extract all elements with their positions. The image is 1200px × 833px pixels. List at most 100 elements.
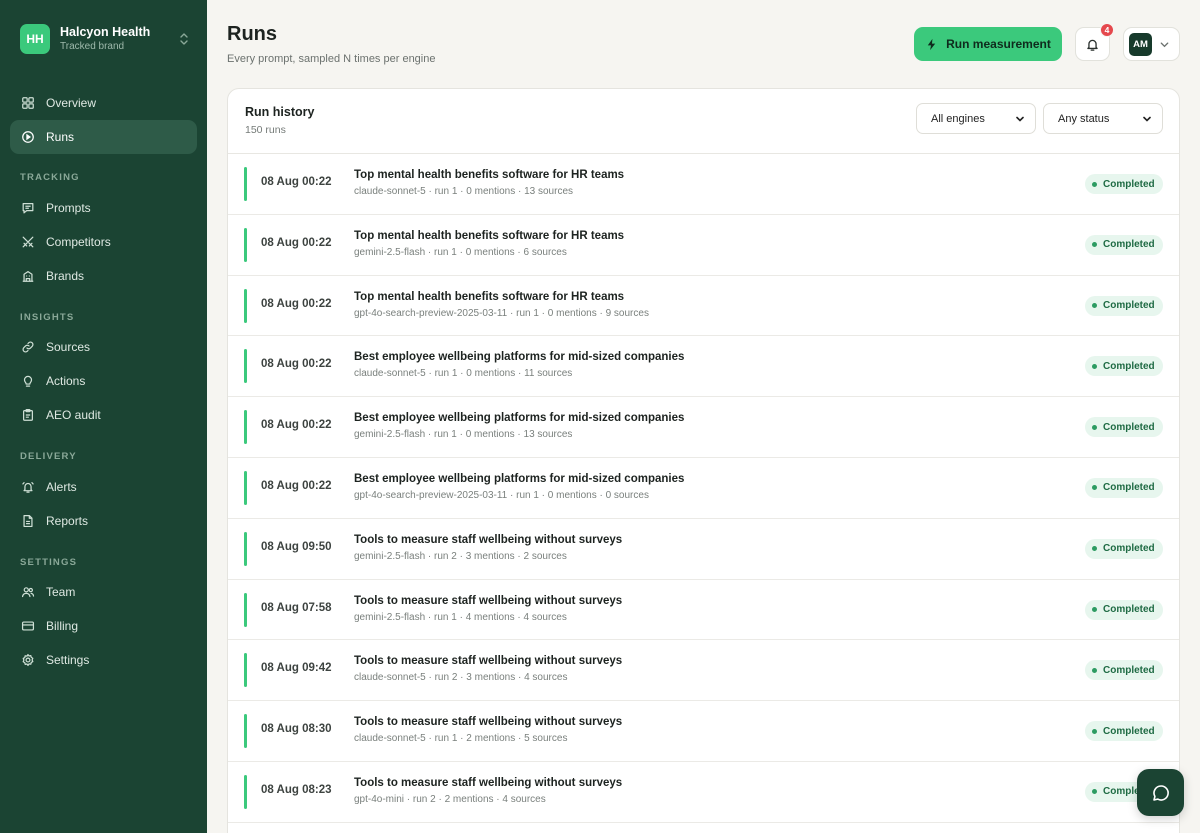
run-prompt: Best employee wellbeing platforms for mi… bbox=[354, 472, 685, 485]
sidebar-item-competitors[interactable]: Competitors bbox=[10, 225, 197, 259]
chevron-down-icon bbox=[1160, 41, 1169, 47]
sidebar-item-team[interactable]: Team bbox=[10, 575, 197, 609]
table-row[interactable]: 08 Aug 00:22 Best employee wellbeing plat… bbox=[228, 397, 1179, 458]
status-badge: Completed bbox=[1085, 174, 1163, 194]
status-indicator-bar bbox=[244, 167, 247, 201]
run-time: 08 Aug 00:22 bbox=[261, 479, 332, 492]
building-icon bbox=[22, 271, 34, 282]
clipboard-icon bbox=[23, 408, 33, 421]
status-label: Completed bbox=[1103, 604, 1155, 616]
status-badge: Completed bbox=[1085, 538, 1163, 559]
status-label: Completed bbox=[1103, 482, 1155, 494]
table-row[interactable]: 08 Aug 08:23 Tools to measure staff wellb… bbox=[228, 762, 1179, 823]
sidebar-item-label: Overview bbox=[46, 96, 97, 110]
sidebar: HH Halcyon Health Tracked brand Overview… bbox=[0, 0, 207, 833]
sidebar-item-label: Billing bbox=[46, 619, 79, 633]
status-label: Completed bbox=[1103, 543, 1155, 555]
section-header-settings: SETTINGS bbox=[20, 557, 78, 568]
run-time: 08 Aug 09:42 bbox=[261, 662, 332, 675]
sidebar-item-label: Team bbox=[46, 585, 76, 599]
run-measurement-button[interactable]: Run measurement bbox=[914, 27, 1062, 61]
run-time: 08 Aug 08:30 bbox=[261, 723, 332, 736]
run-meta: claude-sonnet-5 · run 1 · 2 mentions · 5… bbox=[354, 733, 568, 745]
engine-filter-select[interactable]: All engines bbox=[916, 103, 1036, 134]
runs-list: 08 Aug 00:22 Top mental health benefits s… bbox=[228, 154, 1179, 823]
status-dot-icon bbox=[1092, 789, 1097, 795]
brand-switcher[interactable]: HH Halcyon Health Tracked brand bbox=[20, 23, 190, 55]
status-dot-icon bbox=[1092, 728, 1097, 734]
status-indicator-bar bbox=[244, 227, 247, 262]
bell-ring-icon bbox=[22, 482, 34, 493]
card-title: Run history bbox=[245, 105, 315, 119]
page-subtitle: Every prompt, sampled N times per engine bbox=[227, 53, 436, 65]
credit-card-icon bbox=[21, 621, 35, 631]
sidebar-item-label: Settings bbox=[46, 653, 90, 667]
section-header-delivery: DELIVERY bbox=[20, 451, 77, 462]
brand-subtitle: Tracked brand bbox=[60, 40, 125, 52]
sidebar-item-settings[interactable]: Settings bbox=[10, 643, 197, 677]
sidebar-item-label: AEO audit bbox=[46, 408, 101, 422]
sidebar-item-reports[interactable]: Reports bbox=[10, 504, 197, 538]
notifications-button[interactable]: 4 bbox=[1075, 23, 1114, 61]
run-prompt: Top mental health benefits software for … bbox=[354, 290, 625, 303]
chat-bubble-icon bbox=[1152, 784, 1169, 801]
user-menu-button[interactable]: AM bbox=[1123, 27, 1180, 61]
lightning-icon bbox=[927, 38, 936, 50]
run-prompt: Best employee wellbeing platforms for mi… bbox=[354, 412, 685, 425]
sidebar-item-alerts[interactable]: Alerts bbox=[10, 470, 197, 504]
chat-button[interactable] bbox=[1137, 769, 1184, 816]
status-label: Completed bbox=[1103, 300, 1155, 312]
sidebar-item-actions[interactable]: Actions bbox=[10, 364, 197, 398]
sidebar-item-sources[interactable]: Sources bbox=[10, 330, 197, 364]
sidebar-item-label: Brands bbox=[46, 269, 85, 283]
status-dot-icon bbox=[1092, 181, 1097, 187]
table-row[interactable]: 08 Aug 00:22 Top mental health benefits s… bbox=[228, 154, 1179, 215]
status-filter-select[interactable]: Any status bbox=[1043, 103, 1163, 134]
sidebar-item-overview[interactable]: Overview bbox=[10, 86, 197, 120]
status-badge: Completed bbox=[1085, 599, 1163, 620]
run-prompt: Tools to measure staff wellbeing without… bbox=[354, 716, 623, 729]
status-label: Completed bbox=[1103, 360, 1155, 372]
sidebar-item-billing[interactable]: Billing bbox=[10, 609, 197, 643]
run-meta: gpt-4o-search-preview-2025-03-11 · run 1… bbox=[354, 307, 649, 319]
status-label: Completed bbox=[1103, 239, 1155, 251]
sidebar-item-label: Prompts bbox=[46, 201, 91, 215]
bell-icon bbox=[1087, 39, 1098, 51]
status-dot-icon bbox=[1092, 485, 1097, 491]
status-badge: Completed bbox=[1085, 356, 1163, 377]
run-time: 08 Aug 08:23 bbox=[261, 783, 332, 796]
status-badge: Completed bbox=[1085, 234, 1163, 255]
table-row[interactable]: 08 Aug 00:22 Best employee wellbeing plat… bbox=[228, 458, 1179, 519]
run-count: 150 runs bbox=[245, 124, 286, 136]
sidebar-item-runs[interactable]: Runs bbox=[10, 120, 197, 154]
status-indicator-bar bbox=[244, 288, 247, 323]
sidebar-item-brands[interactable]: Brands bbox=[10, 259, 197, 293]
status-label: Completed bbox=[1103, 725, 1155, 737]
run-prompt: Top mental health benefits software for … bbox=[354, 229, 625, 242]
table-row[interactable]: 08 Aug 07:58 Tools to measure staff wellb… bbox=[228, 580, 1179, 641]
table-row[interactable]: 08 Aug 00:22 Best employee wellbeing plat… bbox=[228, 336, 1179, 398]
run-meta: claude-sonnet-5 · run 1 · 0 mentions · 1… bbox=[354, 186, 573, 197]
table-row[interactable]: 08 Aug 00:22 Top mental health benefits s… bbox=[228, 276, 1179, 337]
run-meta: gpt-4o-search-preview-2025-03-11 · run 1… bbox=[354, 489, 649, 501]
run-prompt: Tools to measure staff wellbeing without… bbox=[354, 776, 623, 789]
status-dot-icon bbox=[1092, 303, 1097, 309]
run-meta: gpt-4o-mini · run 2 · 2 mentions · 4 sou… bbox=[354, 793, 546, 805]
status-indicator-bar bbox=[244, 531, 247, 566]
sidebar-item-aeo-audit[interactable]: AEO audit bbox=[10, 398, 197, 432]
sidebar-item-prompts[interactable]: Prompts bbox=[10, 191, 197, 225]
table-row[interactable]: 08 Aug 09:50 Tools to measure staff wellb… bbox=[228, 519, 1179, 580]
chevron-down-icon bbox=[1143, 116, 1151, 122]
table-row[interactable]: 08 Aug 09:42 Tools to measure staff wellb… bbox=[228, 640, 1179, 702]
run-prompt: Tools to measure staff wellbeing without… bbox=[354, 594, 623, 607]
status-label: Completed bbox=[1103, 664, 1155, 676]
status-badge: Completed bbox=[1085, 477, 1163, 498]
run-meta: claude-sonnet-5 · run 1 · 0 mentions · 1… bbox=[354, 368, 573, 380]
section-header-tracking: TRACKING bbox=[20, 172, 80, 183]
notification-count-badge: 4 bbox=[1100, 23, 1114, 37]
table-row[interactable]: 08 Aug 08:30 Tools to measure staff wellb… bbox=[228, 701, 1179, 762]
run-prompt: Tools to measure staff wellbeing without… bbox=[354, 655, 623, 668]
run-time: 08 Aug 00:22 bbox=[261, 419, 332, 432]
table-row[interactable]: 08 Aug 00:22 Top mental health benefits s… bbox=[228, 215, 1179, 276]
run-time: 08 Aug 00:22 bbox=[261, 236, 332, 249]
